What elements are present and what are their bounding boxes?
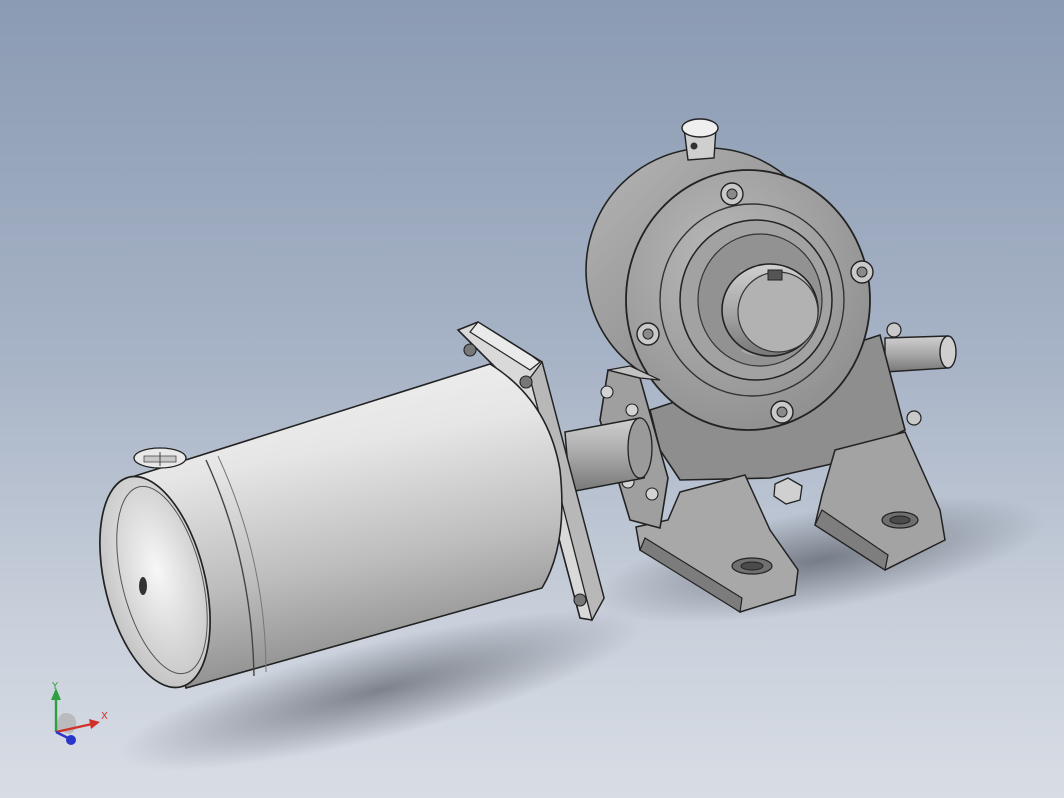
drain-nut: [773, 477, 803, 505]
breather-plug: [681, 118, 719, 161]
output-shaft[interactable]: [721, 263, 819, 357]
model-scene[interactable]: [0, 0, 1064, 798]
graphics-viewport[interactable]: Y X: [0, 0, 1064, 798]
x-axis-head: [89, 719, 100, 729]
coordinate-triad[interactable]: Y X: [40, 676, 120, 750]
y-axis-label: Y: [52, 681, 59, 692]
x-axis-label: X: [101, 711, 108, 722]
gearbox[interactable]: [585, 118, 957, 613]
z-axis-head: [66, 735, 76, 745]
motor-terminal-plug: [133, 447, 187, 469]
